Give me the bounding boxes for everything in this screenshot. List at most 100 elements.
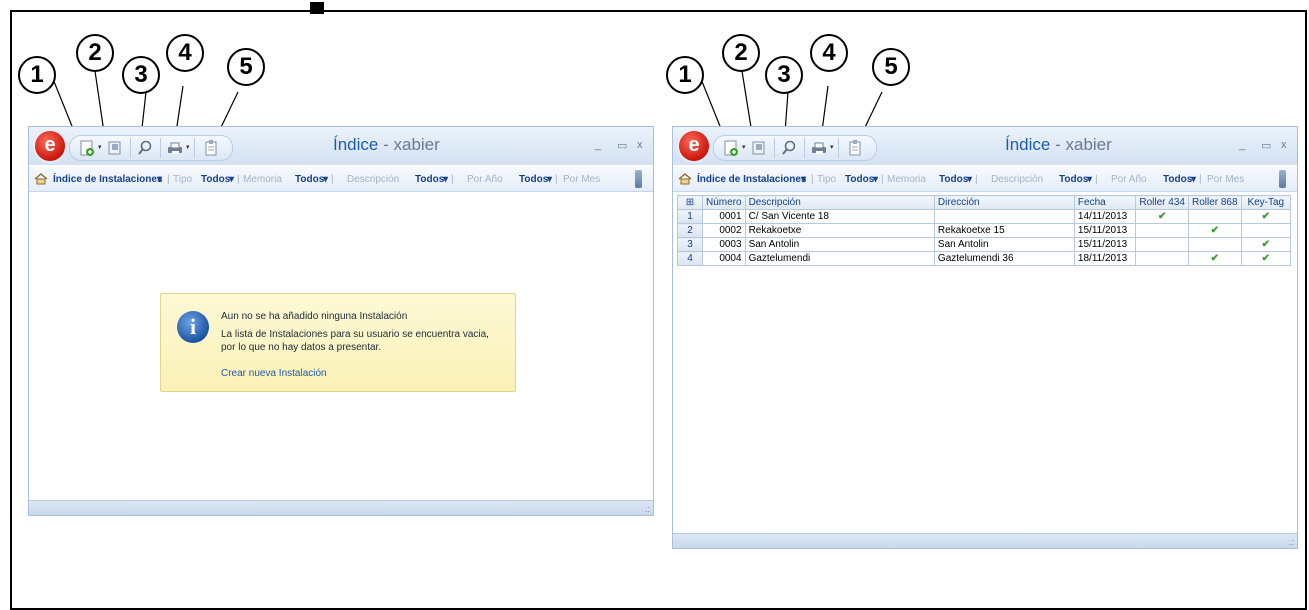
column-header-key-tag[interactable]: Key-Tag <box>1240 195 1292 210</box>
app-logo-button[interactable]: e <box>33 129 67 163</box>
cell-roller-434[interactable] <box>1135 223 1189 238</box>
new-dropdown-icon[interactable]: ▾ <box>98 143 102 151</box>
cell-direccion[interactable]: San Antolin <box>933 237 1075 252</box>
row-number[interactable]: 3 <box>677 237 703 252</box>
cell-fecha[interactable]: 15/11/2013 <box>1073 223 1137 238</box>
toolbar-overflow-button[interactable] <box>1279 170 1286 188</box>
index-menu[interactable]: Índice de Instalaciones <box>53 174 162 185</box>
column-header-descripcion[interactable]: Descripción <box>744 195 935 210</box>
descripcion-dropdown-icon[interactable]: ▾ <box>1087 174 1092 185</box>
tipo-todos-dropdown[interactable]: Todos <box>201 174 230 185</box>
new-document-icon[interactable] <box>722 139 740 157</box>
toolbar-overflow-button[interactable] <box>635 170 642 188</box>
cell-numero[interactable]: 0002 <box>701 223 746 238</box>
cell-fecha[interactable]: 18/11/2013 <box>1073 251 1137 266</box>
home-icon[interactable] <box>678 173 692 185</box>
cell-key-tag[interactable]: ✔ <box>1240 237 1292 252</box>
row-number[interactable]: 2 <box>677 223 703 238</box>
new-document-icon[interactable] <box>78 139 96 157</box>
cell-fecha[interactable]: 14/11/2013 <box>1073 209 1137 224</box>
por-anio-label: Por Año <box>1111 174 1147 185</box>
cell-roller-868[interactable]: ✔ <box>1187 223 1242 238</box>
column-header-numero[interactable]: Número <box>701 195 746 210</box>
tipo-todos-dropdown[interactable]: Todos <box>845 174 874 185</box>
minimize-button[interactable]: _ <box>1239 139 1245 151</box>
cell-descripcion[interactable]: Rekakoetxe <box>744 223 935 238</box>
print-icon[interactable] <box>166 139 184 157</box>
column-header-roller-868[interactable]: Roller 868 <box>1187 195 1242 210</box>
anio-dropdown-icon[interactable]: ▾ <box>1191 174 1196 185</box>
cell-numero[interactable]: 0001 <box>701 209 746 224</box>
print-dropdown-icon[interactable]: ▾ <box>830 143 834 151</box>
cell-numero[interactable]: 0003 <box>701 237 746 252</box>
maximize-button[interactable]: ▭ <box>617 139 627 152</box>
anio-todos-dropdown[interactable]: Todos <box>1163 174 1192 185</box>
cell-direccion[interactable]: Gaztelumendi 36 <box>933 251 1075 266</box>
cell-fecha[interactable]: 15/11/2013 <box>1073 237 1137 252</box>
column-header-roller-434[interactable]: Roller 434 <box>1135 195 1189 210</box>
memoria-todos-dropdown[interactable]: Todos <box>939 174 968 185</box>
table-row[interactable]: 1 0001 C/ San Vicente 18 14/11/2013 ✔ ✔ <box>677 209 1292 224</box>
open-icon[interactable] <box>750 139 768 157</box>
new-dropdown-icon[interactable]: ▾ <box>742 143 746 151</box>
row-number[interactable]: 1 <box>677 209 703 224</box>
index-menu[interactable]: Índice de Instalaciones <box>697 174 806 185</box>
tipo-dropdown-icon[interactable]: ▾ <box>873 174 878 185</box>
resize-grip-icon[interactable]: .: <box>645 504 650 514</box>
cell-descripcion[interactable]: Gaztelumendi <box>744 251 935 266</box>
cell-roller-434[interactable] <box>1135 237 1189 252</box>
cell-roller-868[interactable] <box>1187 209 1242 224</box>
minimize-button[interactable]: _ <box>595 139 601 151</box>
descripcion-todos-dropdown[interactable]: Todos <box>1059 174 1088 185</box>
cell-numero[interactable]: 0004 <box>701 251 746 266</box>
table-row[interactable]: 4 0004 Gaztelumendi Gaztelumendi 36 18/11/20… <box>677 251 1292 266</box>
cell-roller-434[interactable] <box>1135 251 1189 266</box>
index-dropdown-icon[interactable]: ▾ <box>801 174 806 185</box>
memoria-todos-dropdown[interactable]: Todos <box>295 174 324 185</box>
close-button[interactable]: x <box>637 139 643 151</box>
cell-direccion[interactable]: Rekakoetxe 15 <box>933 223 1075 238</box>
cell-key-tag[interactable]: ✔ <box>1240 251 1292 266</box>
app-logo-button[interactable]: e <box>677 129 711 163</box>
cell-roller-434[interactable]: ✔ <box>1135 209 1189 224</box>
row-number[interactable]: 4 <box>677 251 703 266</box>
table-row[interactable]: 2 0002 Rekakoetxe Rekakoetxe 15 15/11/2013 ✔ <box>677 223 1292 238</box>
memoria-dropdown-icon[interactable]: ▾ <box>967 174 972 185</box>
resize-grip-icon[interactable]: .: <box>1289 537 1294 547</box>
maximize-button[interactable]: ▭ <box>1261 139 1271 152</box>
search-icon[interactable] <box>136 139 154 157</box>
cell-roller-868[interactable] <box>1187 237 1242 252</box>
tipo-dropdown-icon[interactable]: ▾ <box>229 174 234 185</box>
check-icon: ✔ <box>1261 253 1270 264</box>
cell-descripcion[interactable]: San Antolin <box>744 237 935 252</box>
anio-todos-dropdown[interactable]: Todos <box>519 174 548 185</box>
open-icon[interactable] <box>106 139 124 157</box>
search-icon[interactable] <box>780 139 798 157</box>
clipboard-icon[interactable] <box>846 139 864 157</box>
grid-corner-icon[interactable]: ⊞ <box>677 195 703 210</box>
anio-dropdown-icon[interactable]: ▾ <box>547 174 552 185</box>
callout-1: 1 <box>666 56 704 94</box>
cell-direccion[interactable] <box>933 209 1075 224</box>
descripcion-todos-dropdown[interactable]: Todos <box>415 174 444 185</box>
descripcion-label: Descripción <box>347 174 400 185</box>
column-header-direccion[interactable]: Dirección <box>933 195 1075 210</box>
separator: | <box>555 174 558 185</box>
cell-key-tag[interactable]: ✔ <box>1240 209 1292 224</box>
column-header-fecha[interactable]: Fecha <box>1073 195 1137 210</box>
print-dropdown-icon[interactable]: ▾ <box>186 143 190 151</box>
home-icon[interactable] <box>34 173 48 185</box>
cell-descripcion[interactable]: C/ San Vicente 18 <box>744 209 935 224</box>
cell-key-tag[interactable] <box>1240 223 1292 238</box>
descripcion-dropdown-icon[interactable]: ▾ <box>443 174 448 185</box>
print-icon[interactable] <box>810 139 828 157</box>
table-row[interactable]: 3 0003 San Antolin San Antolin 15/11/2013 ✔ <box>677 237 1292 252</box>
por-mes-label: Por Mes <box>1207 174 1245 185</box>
create-installation-link[interactable]: Crear nueva Instalación <box>221 368 327 379</box>
index-dropdown-icon[interactable]: ▾ <box>157 174 162 185</box>
callouts-left: 1 2 3 4 5 <box>0 34 660 147</box>
clipboard-icon[interactable] <box>202 139 220 157</box>
cell-roller-868[interactable]: ✔ <box>1187 251 1242 266</box>
memoria-dropdown-icon[interactable]: ▾ <box>323 174 328 185</box>
close-button[interactable]: x <box>1281 139 1287 151</box>
